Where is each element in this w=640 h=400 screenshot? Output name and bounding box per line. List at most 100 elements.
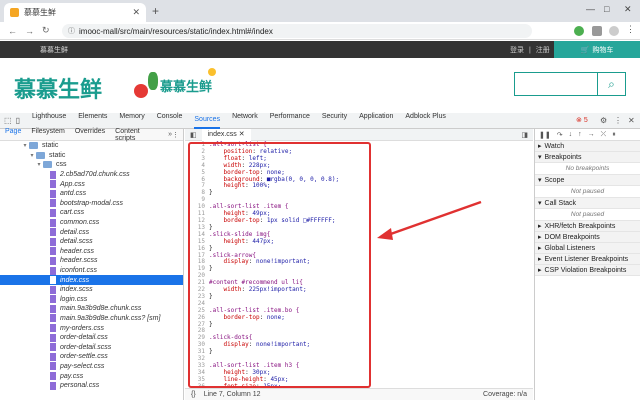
tree-file[interactable]: my-orders.css bbox=[0, 323, 183, 333]
file-icon bbox=[50, 228, 56, 237]
tree-file[interactable]: antd.css bbox=[0, 189, 183, 199]
tree-item-label: header.css bbox=[60, 247, 94, 255]
expand-arrow-icon[interactable]: ▾ bbox=[28, 152, 36, 159]
login-link[interactable]: 登录 bbox=[510, 47, 524, 54]
format-icon[interactable]: {} bbox=[191, 391, 196, 398]
site-brand[interactable]: 慕慕生鲜 bbox=[40, 45, 68, 55]
tree-file[interactable]: index.scss bbox=[0, 285, 183, 295]
inspect-icon[interactable]: ⬚ bbox=[4, 116, 12, 125]
debugger-section-header[interactable]: ▾ Breakpoints bbox=[535, 152, 640, 163]
pause-icon[interactable]: ❚❚ bbox=[539, 131, 551, 139]
navigator-tab-filesystem[interactable]: Filesystem bbox=[31, 128, 64, 142]
cart-button[interactable]: 🛒 购物车 bbox=[554, 41, 640, 58]
more-icon[interactable]: ⋮ bbox=[614, 116, 622, 125]
toggle-navigator-icon[interactable]: ◧ bbox=[190, 131, 197, 139]
step-icon[interactable]: → bbox=[588, 131, 595, 138]
tree-file[interactable]: header.scss bbox=[0, 256, 183, 266]
tree-file[interactable]: order-detail.scss bbox=[0, 342, 183, 352]
devtools-tab-adblock-plus[interactable]: Adblock Plus bbox=[405, 113, 445, 129]
tree-file[interactable]: login.css bbox=[0, 295, 183, 305]
devtools-tab-elements[interactable]: Elements bbox=[78, 113, 107, 129]
maximize-icon[interactable]: □ bbox=[604, 4, 609, 14]
devtools-tab-security[interactable]: Security bbox=[322, 113, 347, 129]
search-button[interactable]: ⌕ bbox=[598, 72, 626, 96]
register-link[interactable]: 注册 bbox=[536, 47, 550, 54]
new-tab-icon[interactable]: + bbox=[152, 4, 159, 18]
tree-file[interactable]: common.css bbox=[0, 218, 183, 228]
debugger-section-header[interactable]: ▾ Call Stack bbox=[535, 198, 640, 209]
site-logo[interactable]: 慕慕生鲜 bbox=[14, 72, 102, 104]
tree-file[interactable]: main.9a3b9d8e.chunk.css bbox=[0, 304, 183, 314]
device-icon[interactable]: ▯ bbox=[16, 116, 20, 125]
menu-icon[interactable]: ⋮ bbox=[626, 24, 636, 34]
devtools-tab-lighthouse[interactable]: Lighthouse bbox=[32, 113, 66, 129]
devtools-tab-performance[interactable]: Performance bbox=[270, 113, 310, 129]
close-tab-icon[interactable]: ✕ bbox=[132, 7, 140, 18]
devtools-tab-sources[interactable]: Sources bbox=[194, 113, 221, 129]
avatar[interactable] bbox=[609, 26, 619, 36]
step-out-icon[interactable]: ↑ bbox=[578, 131, 582, 138]
search-icon: ⌕ bbox=[608, 76, 615, 91]
debugger-section-note: Not paused bbox=[535, 186, 640, 198]
tree-file[interactable]: order-detail.css bbox=[0, 333, 183, 343]
editor-tab[interactable]: index.css ✕ bbox=[201, 128, 251, 141]
debugger-section-header[interactable]: ▸ CSP Violation Breakpoints bbox=[535, 265, 640, 276]
search-input[interactable] bbox=[514, 72, 598, 96]
tree-folder[interactable]: ▾ static bbox=[0, 141, 183, 151]
debugger-section-header[interactable]: ▸ DOM Breakpoints bbox=[535, 232, 640, 243]
tab-title: 慕慕生鲜 bbox=[24, 8, 56, 17]
browser-tab[interactable]: 慕慕生鲜 ✕ bbox=[4, 3, 146, 22]
close-file-icon[interactable]: ✕ bbox=[239, 131, 245, 138]
tree-file[interactable]: cart.css bbox=[0, 208, 183, 218]
tree-file[interactable]: pay.css bbox=[0, 371, 183, 381]
puzzle-icon[interactable] bbox=[592, 26, 602, 36]
debugger-section-header[interactable]: ▸ Watch bbox=[535, 141, 640, 152]
info-icon[interactable]: ⓘ bbox=[68, 26, 75, 36]
navigator-tab-page[interactable]: Page bbox=[5, 128, 21, 142]
pause-exceptions-icon[interactable]: ⏸ bbox=[612, 131, 616, 139]
step-into-icon[interactable]: ↓ bbox=[569, 131, 573, 138]
deactivate-breakpoints-icon[interactable]: ⤫ bbox=[601, 131, 607, 139]
reload-icon[interactable]: ↻ bbox=[42, 25, 50, 36]
close-window-icon[interactable]: ✕ bbox=[624, 4, 632, 15]
extension-icon[interactable] bbox=[574, 26, 584, 36]
tree-folder[interactable]: ▾ static bbox=[0, 151, 183, 161]
error-count: 5 bbox=[583, 117, 588, 124]
navigator-tab-content-scripts[interactable]: Content scripts bbox=[115, 128, 161, 142]
toggle-debugger-icon[interactable]: ◨ bbox=[521, 131, 528, 139]
devtools-tab-network[interactable]: Network bbox=[232, 113, 258, 129]
debugger-section-header[interactable]: ▾ Scope bbox=[535, 175, 640, 186]
tree-folder[interactable]: ▾ css bbox=[0, 160, 183, 170]
tree-file[interactable]: iconfont.css bbox=[0, 266, 183, 276]
expand-arrow-icon[interactable]: ▾ bbox=[21, 142, 29, 149]
error-badge[interactable]: ⊗ 5 bbox=[576, 116, 588, 124]
tree-file[interactable]: detail.css bbox=[0, 227, 183, 237]
tree-file[interactable]: App.css bbox=[0, 179, 183, 189]
tree-file[interactable]: index.css bbox=[0, 275, 183, 285]
url-bar[interactable]: ⓘ imooc-mall/src/main/resources/static/i… bbox=[62, 24, 532, 38]
file-icon bbox=[50, 295, 56, 304]
tree-file[interactable]: pay-select.css bbox=[0, 362, 183, 372]
devtools-tab-memory[interactable]: Memory bbox=[119, 113, 144, 129]
forward-icon[interactable]: → bbox=[25, 26, 34, 36]
tree-file[interactable]: bootstrap-modal.css bbox=[0, 199, 183, 209]
devtools-tab-console[interactable]: Console bbox=[157, 113, 183, 129]
tree-file[interactable]: detail.scss bbox=[0, 237, 183, 247]
tree-file[interactable]: order-settle.css bbox=[0, 352, 183, 362]
tree-file[interactable]: 2.cb5ad70d.chunk.css bbox=[0, 170, 183, 180]
debugger-section-header[interactable]: ▸ Event Listener Breakpoints bbox=[535, 254, 640, 265]
tree-file[interactable]: header.css bbox=[0, 247, 183, 257]
debugger-section-header[interactable]: ▸ Global Listeners bbox=[535, 243, 640, 254]
navigator-menu-icon[interactable]: ⋮ bbox=[172, 131, 179, 139]
minimize-icon[interactable]: — bbox=[586, 4, 595, 14]
back-icon[interactable]: ← bbox=[8, 26, 17, 36]
tree-file[interactable]: main.9a3b9d8e.chunk.css? [sm] bbox=[0, 314, 183, 324]
settings-icon[interactable]: ⚙ bbox=[600, 116, 607, 125]
tree-file[interactable]: personal.css bbox=[0, 381, 183, 391]
step-over-icon[interactable]: ↷ bbox=[557, 131, 563, 139]
close-devtools-icon[interactable]: ✕ bbox=[628, 116, 635, 125]
debugger-section-header[interactable]: ▸ XHR/fetch Breakpoints bbox=[535, 221, 640, 232]
navigator-tab-overrides[interactable]: Overrides bbox=[75, 128, 105, 142]
devtools-tab-application[interactable]: Application bbox=[359, 113, 393, 129]
expand-arrow-icon[interactable]: ▾ bbox=[35, 161, 43, 168]
